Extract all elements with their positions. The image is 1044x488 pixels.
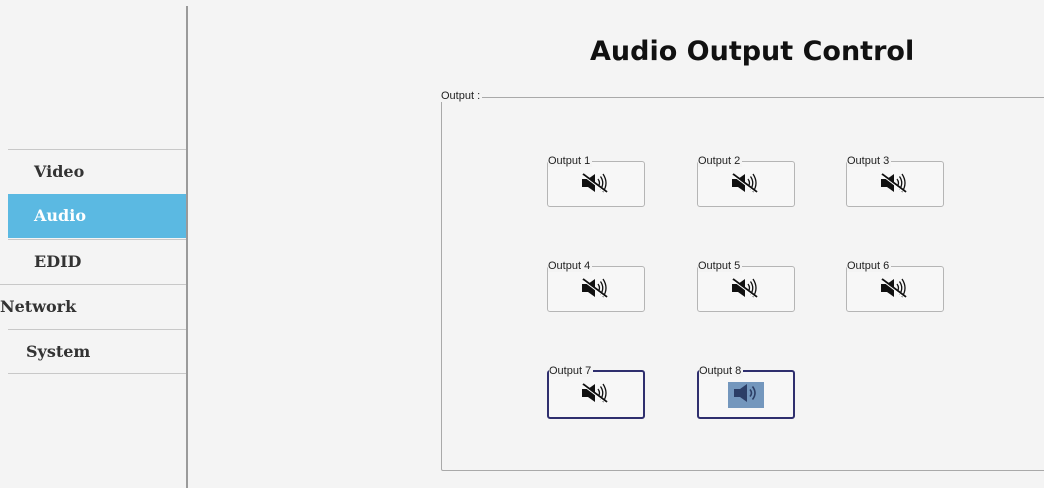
speaker-muted-icon xyxy=(879,276,911,303)
output-8-label: Output 8 xyxy=(699,365,744,377)
sidebar-item-video[interactable]: Video xyxy=(8,149,186,193)
speaker-muted-icon xyxy=(580,171,612,198)
output-6-box: Output 6 xyxy=(846,260,944,312)
output-5-mute-button[interactable] xyxy=(728,276,764,302)
sidebar-item-edid[interactable]: EDID xyxy=(8,239,186,283)
output-7-box: Output 7 xyxy=(547,365,645,419)
sidebar-item-label: Audio xyxy=(34,206,86,225)
speaker-muted-icon xyxy=(580,276,612,303)
sidebar-item-audio[interactable]: Audio xyxy=(8,194,186,238)
output-8-box: Output 8 xyxy=(697,365,795,419)
speaker-on-icon xyxy=(730,381,762,408)
speaker-muted-icon xyxy=(580,381,612,408)
speaker-muted-icon xyxy=(730,276,762,303)
output-2-box: Output 2 xyxy=(697,155,795,207)
output-8-mute-button[interactable] xyxy=(728,381,764,408)
sidebar-item-system[interactable]: System xyxy=(8,329,186,374)
output-group-legend: Output : xyxy=(441,90,483,102)
output-7-mute-button[interactable] xyxy=(578,382,614,408)
output-1-mute-button[interactable] xyxy=(578,171,614,197)
output-4-box: Output 4 xyxy=(547,260,645,312)
output-6-mute-button[interactable] xyxy=(877,276,913,302)
output-3-label: Output 3 xyxy=(847,155,892,167)
sidebar-item-label: Video xyxy=(34,162,85,181)
sidebar: Video Audio EDID Network System xyxy=(0,0,186,488)
sidebar-item-network[interactable]: Network xyxy=(0,284,186,328)
speaker-muted-icon xyxy=(730,171,762,198)
output-2-label: Output 2 xyxy=(698,155,743,167)
page-title: Audio Output Control xyxy=(590,36,915,67)
output-5-box: Output 5 xyxy=(697,260,795,312)
output-3-box: Output 3 xyxy=(846,155,944,207)
sidebar-divider xyxy=(186,6,188,488)
sidebar-item-label: System xyxy=(26,342,91,361)
output-1-box: Output 1 xyxy=(547,155,645,207)
output-5-label: Output 5 xyxy=(698,260,743,272)
output-1-label: Output 1 xyxy=(548,155,593,167)
output-7-label: Output 7 xyxy=(549,365,594,377)
output-3-mute-button[interactable] xyxy=(877,171,913,197)
sidebar-item-label: Network xyxy=(0,297,77,316)
sidebar-item-label: EDID xyxy=(34,252,82,271)
output-4-mute-button[interactable] xyxy=(578,276,614,302)
output-6-label: Output 6 xyxy=(847,260,892,272)
output-2-mute-button[interactable] xyxy=(728,171,764,197)
output-4-label: Output 4 xyxy=(548,260,593,272)
speaker-muted-icon xyxy=(879,171,911,198)
